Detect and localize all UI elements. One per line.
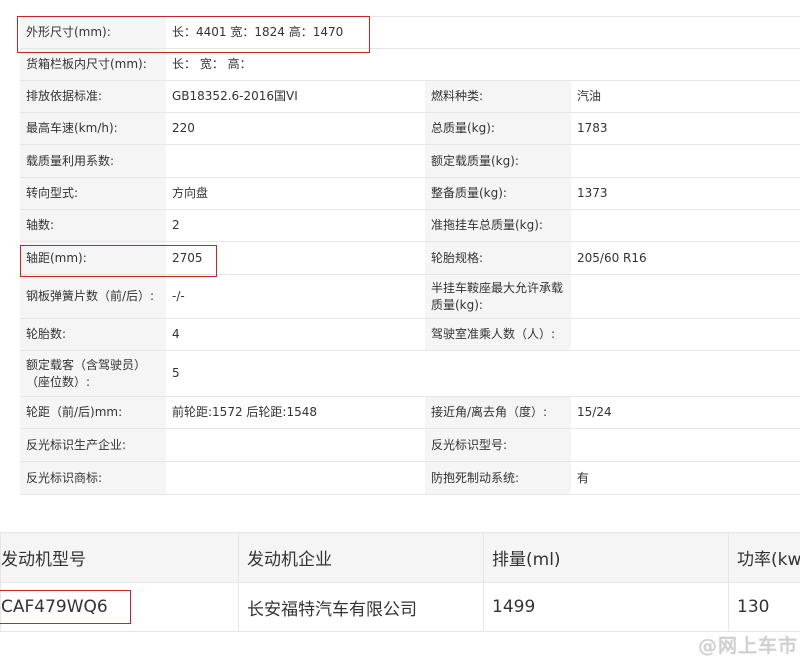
- spec-label: 轮距（前/后)mm:: [20, 396, 166, 429]
- spec-value: [571, 318, 800, 351]
- spec-row: 额定载客（含驾驶员）（座位数）: 5: [20, 350, 800, 397]
- spec-label: 轮胎数:: [20, 318, 166, 351]
- spec-label: 轴数:: [20, 209, 166, 242]
- engine-power-value: 130: [728, 582, 800, 632]
- spec-value: 长： 宽： 高：: [166, 48, 800, 81]
- spec-value: 2: [166, 209, 425, 242]
- engine-header-model: 发动机型号: [0, 532, 239, 583]
- watermark-logo: @网上车市: [697, 635, 798, 657]
- spec-row: 轴距(mm): 2705 轮胎规格: 205/60 R16: [20, 241, 800, 275]
- spec-value: 1783: [571, 112, 800, 145]
- engine-displacement-value: 1499: [483, 582, 729, 632]
- spec-row: 转向型式: 方向盘 整备质量(kg): 1373: [20, 177, 800, 210]
- spec-row: 载质量利用系数: 额定载质量(kg):: [20, 144, 800, 178]
- spec-label: 准拖挂车总质量(kg):: [425, 209, 571, 242]
- spec-value: [571, 209, 800, 242]
- spec-value: 汽油: [571, 80, 800, 113]
- spec-value: 1373: [571, 177, 800, 210]
- spec-table: 外形尺寸(mm): 长：4401 宽：1824 高：1470 货箱栏板内尺寸(mm)…: [20, 16, 800, 495]
- spec-label: 反光标识型号:: [425, 428, 571, 462]
- spec-label: 驾驶室准乘人数（人）:: [425, 318, 571, 351]
- spec-value: [166, 144, 425, 178]
- spec-value: 4: [166, 318, 425, 351]
- spec-row: 排放依据标准: GB18352.6-2016国VI 燃料种类: 汽油: [20, 80, 800, 113]
- spec-value: 有: [571, 461, 800, 495]
- spec-row: 最高车速(km/h): 220 总质量(kg): 1783: [20, 112, 800, 145]
- engine-header-power: 功率(kw): [728, 532, 800, 583]
- spec-label: 钢板弹簧片数（前/后）:: [20, 274, 166, 319]
- engine-header-displacement: 排量(ml): [483, 532, 729, 583]
- spec-label: 外形尺寸(mm):: [20, 16, 166, 49]
- spec-row: 反光标识生产企业: 反光标识型号:: [20, 428, 800, 462]
- spec-label: 额定载客（含驾驶员）（座位数）:: [20, 350, 166, 397]
- spec-label: 反光标识商标:: [20, 461, 166, 495]
- spec-row: 反光标识商标: 防抱死制动系统: 有: [20, 461, 800, 495]
- spec-value: 前轮距:1572 后轮距:1548: [166, 396, 425, 429]
- spec-value: [166, 428, 425, 462]
- engine-table: 发动机型号 发动机企业 排量(ml) 功率(kw) CAF479WQ6 长安福特…: [0, 532, 800, 632]
- spec-label: 防抱死制动系统:: [425, 461, 571, 495]
- spec-value: 2705: [166, 241, 425, 275]
- spec-value: [166, 461, 425, 495]
- spec-value: 220: [166, 112, 425, 145]
- spec-value: 205/60 R16: [571, 241, 800, 275]
- spec-value: [571, 274, 800, 319]
- spec-value: GB18352.6-2016国VI: [166, 80, 425, 113]
- spec-row: 轴数: 2 准拖挂车总质量(kg):: [20, 209, 800, 242]
- spec-row: 轮距（前/后)mm: 前轮距:1572 后轮距:1548 接近角/离去角（度）: 15…: [20, 396, 800, 429]
- spec-value: -/-: [166, 274, 425, 319]
- spec-row: 轮胎数: 4 驾驶室准乘人数（人）:: [20, 318, 800, 351]
- spec-label: 反光标识生产企业:: [20, 428, 166, 462]
- spec-label: 整备质量(kg):: [425, 177, 571, 210]
- spec-value: 15/24: [571, 396, 800, 429]
- spec-value: [571, 144, 800, 178]
- spec-label: 转向型式:: [20, 177, 166, 210]
- spec-label: 最高车速(km/h):: [20, 112, 166, 145]
- spec-label: 载质量利用系数:: [20, 144, 166, 178]
- spec-value: [571, 428, 800, 462]
- spec-value: 5: [166, 350, 800, 397]
- spec-label: 排放依据标准:: [20, 80, 166, 113]
- spec-label: 额定载质量(kg):: [425, 144, 571, 178]
- spec-label: 接近角/离去角（度）:: [425, 396, 571, 429]
- spec-label: 总质量(kg):: [425, 112, 571, 145]
- spec-row: 钢板弹簧片数（前/后）: -/- 半挂车鞍座最大允许承载质量(kg):: [20, 274, 800, 319]
- engine-maker-value: 长安福特汽车有限公司: [238, 582, 484, 632]
- spec-row: 外形尺寸(mm): 长：4401 宽：1824 高：1470: [20, 16, 800, 49]
- section-gap: [0, 502, 800, 532]
- spec-label: 燃料种类:: [425, 80, 571, 113]
- spec-label: 货箱栏板内尺寸(mm):: [20, 48, 166, 81]
- engine-model-value: CAF479WQ6: [0, 582, 239, 632]
- engine-header-row: 发动机型号 发动机企业 排量(ml) 功率(kw): [0, 532, 800, 583]
- spec-label: 轮胎规格:: [425, 241, 571, 275]
- engine-header-maker: 发动机企业: [238, 532, 484, 583]
- spec-label: 轴距(mm):: [20, 241, 166, 275]
- spec-value: 方向盘: [166, 177, 425, 210]
- engine-data-row: CAF479WQ6 长安福特汽车有限公司 1499 130: [0, 582, 800, 632]
- spec-value: 长：4401 宽：1824 高：1470: [166, 16, 800, 49]
- spec-row: 货箱栏板内尺寸(mm): 长： 宽： 高：: [20, 48, 800, 81]
- spec-label: 半挂车鞍座最大允许承载质量(kg):: [425, 274, 571, 319]
